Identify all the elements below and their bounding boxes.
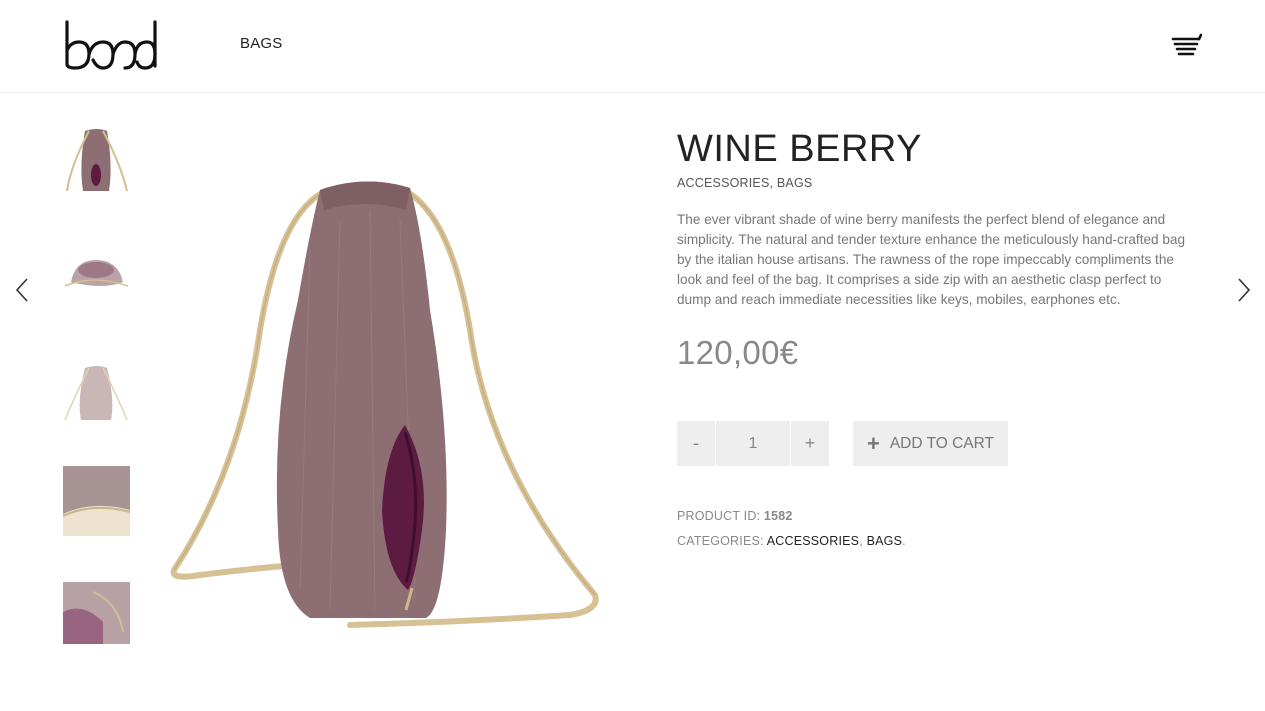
site-header: band BAGS <box>0 0 1265 93</box>
add-to-cart-button[interactable]: + ADD TO CART <box>853 421 1008 466</box>
category-link-accessories[interactable]: ACCESSORIES <box>677 176 770 190</box>
product-title: WINE BERRY <box>677 128 923 170</box>
thumbnail-5[interactable] <box>63 582 130 652</box>
nav-bags-link[interactable]: BAGS <box>240 35 282 52</box>
product-categories: ACCESSORIES, BAGS <box>677 176 813 190</box>
meta-category-accessories[interactable]: ACCESSORIES <box>767 534 860 548</box>
thumbnail-4[interactable] <box>63 466 130 536</box>
product-description: The ever vibrant shade of wine berry man… <box>677 212 1186 307</box>
product-main-image <box>170 181 599 628</box>
thumbnail-2[interactable] <box>63 244 130 314</box>
quantity-decrease-button[interactable]: - <box>677 421 715 466</box>
product-categories-row: CATEGORIES: ACCESSORIES, BAGS. <box>677 534 906 548</box>
chevron-left-icon[interactable] <box>12 276 34 304</box>
product-id-label: PRODUCT ID: <box>677 509 761 523</box>
thumbnail-3[interactable] <box>63 360 130 430</box>
categories-period: . <box>902 534 906 548</box>
plus-icon: + <box>866 430 880 456</box>
product-price: 120,00€ <box>677 334 799 371</box>
product-id-value: 1582 <box>763 509 793 523</box>
quantity-stepper: - + <box>677 421 829 466</box>
add-to-cart-label: ADD TO CART <box>889 434 995 452</box>
thumbnail-1[interactable] <box>63 125 130 195</box>
categories-label: CATEGORIES: <box>677 534 764 548</box>
chevron-right-icon[interactable] <box>1232 276 1254 304</box>
category-link-bags[interactable]: BAGS <box>777 176 813 190</box>
cart-icon[interactable] <box>1170 33 1202 59</box>
quantity-increase-button[interactable]: + <box>791 421 829 466</box>
product-id-row: PRODUCT ID: 1582 <box>677 509 793 523</box>
band-logo[interactable]: band <box>63 18 161 74</box>
meta-category-bags[interactable]: BAGS <box>867 534 903 548</box>
quantity-input[interactable] <box>715 421 791 466</box>
